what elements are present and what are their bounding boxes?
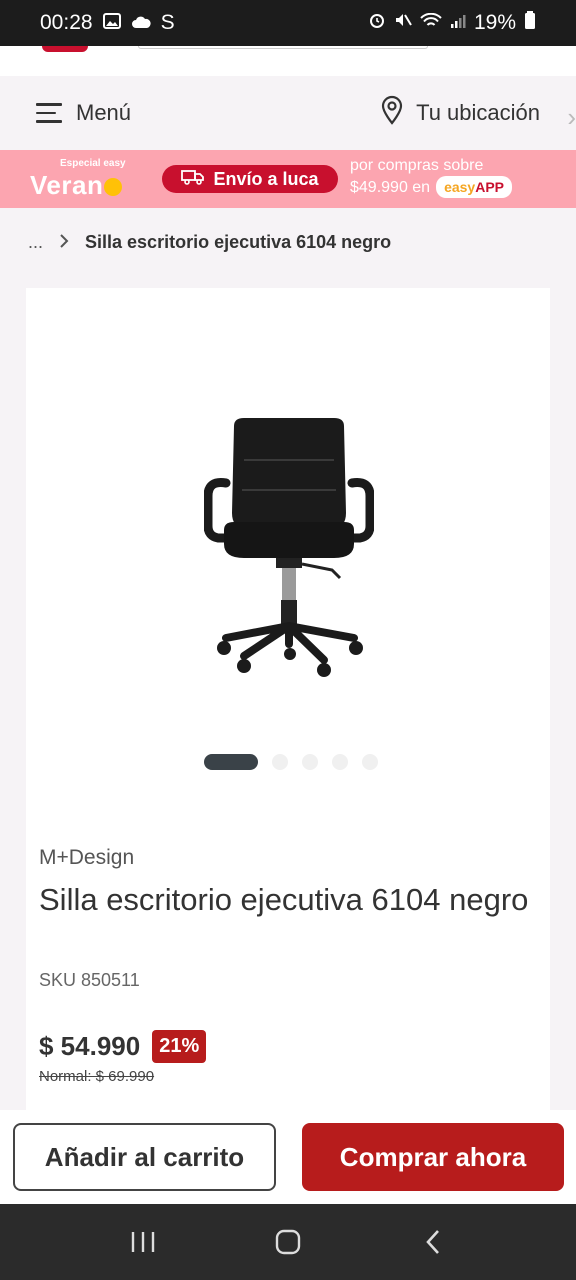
promo-season-label: Veran xyxy=(30,170,104,200)
promo-special-label: Especial easy xyxy=(60,158,126,169)
breadcrumb-current: Silla escritorio ejecutiva 6104 negro xyxy=(85,232,392,252)
home-button[interactable] xyxy=(258,1212,318,1272)
price-row: $ 54.990 21% xyxy=(39,1030,207,1063)
search-input[interactable] xyxy=(138,46,428,49)
battery-percent: 19% xyxy=(473,11,516,34)
gallery-dot-3[interactable] xyxy=(302,754,318,770)
truck-icon xyxy=(181,169,205,190)
product-price: $ 54.990 xyxy=(39,1031,141,1061)
battery-icon xyxy=(524,11,536,35)
cloud-icon xyxy=(131,11,151,35)
wifi-icon xyxy=(420,11,442,35)
easy-app-brand: easy xyxy=(444,179,476,195)
signal-icon xyxy=(450,11,466,35)
status-time: 00:28 xyxy=(40,11,93,34)
promo-text-line1: por compras sobre xyxy=(350,157,484,174)
shipping-label: Envío a luca xyxy=(213,168,319,189)
image-icon xyxy=(102,11,121,35)
home-icon xyxy=(275,1229,301,1255)
carrier-s-icon: S xyxy=(160,11,175,34)
breadcrumb-chevron-icon xyxy=(59,232,69,253)
back-button[interactable] xyxy=(403,1212,463,1272)
mute-icon xyxy=(394,11,412,35)
normal-price: Normal: $ 69.990 xyxy=(39,1068,155,1085)
location-button[interactable]: Tu ubicación xyxy=(380,95,540,131)
site-header-remnant xyxy=(0,46,576,76)
sun-icon xyxy=(104,178,123,197)
shipping-pill: Envío a luca xyxy=(162,165,338,193)
location-pin-icon xyxy=(380,95,404,131)
gallery-dot-2[interactable] xyxy=(272,754,288,770)
recent-apps-button[interactable] xyxy=(113,1212,173,1272)
menu-row: Menú Tu ubicación › xyxy=(0,76,576,150)
add-to-cart-button[interactable]: Añadir al carrito xyxy=(13,1123,276,1191)
buy-now-button[interactable]: Comprar ahora xyxy=(302,1123,564,1191)
recent-apps-icon xyxy=(131,1232,154,1252)
product-image[interactable] xyxy=(204,418,374,688)
chevron-right-icon: › xyxy=(567,102,576,132)
action-bar: Añadir al carrito Comprar ahora xyxy=(0,1110,576,1204)
easy-app-badge: easyAPP xyxy=(436,176,513,198)
gallery-dot-4[interactable] xyxy=(332,754,348,770)
promo-banner[interactable]: Especial easy Veran Envío a luca por com… xyxy=(0,150,576,208)
menu-label: Menú xyxy=(76,100,132,125)
product-card: M+Design Silla escritorio ejecutiva 6104… xyxy=(26,288,550,1110)
hamburger-icon xyxy=(36,103,62,123)
promo-text-line2: $49.990 en xyxy=(350,179,431,196)
breadcrumb: ... Silla escritorio ejecutiva 6104 negr… xyxy=(28,232,391,253)
product-sku: SKU 850511 xyxy=(39,970,140,990)
easy-logo[interactable] xyxy=(42,46,88,52)
menu-button[interactable]: Menú xyxy=(36,100,131,126)
back-icon xyxy=(426,1230,440,1254)
promo-text: por compras sobre $49.990 en easyAPP xyxy=(350,156,513,198)
gallery-dots xyxy=(204,754,378,770)
system-nav-bar xyxy=(0,1204,576,1280)
alarm-icon xyxy=(368,11,386,35)
product-brand[interactable]: M+Design xyxy=(39,846,134,870)
location-label: Tu ubicación xyxy=(416,100,540,125)
product-title: Silla escritorio ejecutiva 6104 negro xyxy=(39,882,529,917)
gallery-dot-5[interactable] xyxy=(362,754,378,770)
easy-app-suffix: APP xyxy=(475,179,505,195)
breadcrumb-ellipsis[interactable]: ... xyxy=(28,232,43,253)
gallery-dot-1[interactable] xyxy=(204,754,258,770)
status-bar: 00:28 S 19% xyxy=(0,0,576,46)
discount-badge: 21% xyxy=(152,1030,207,1063)
